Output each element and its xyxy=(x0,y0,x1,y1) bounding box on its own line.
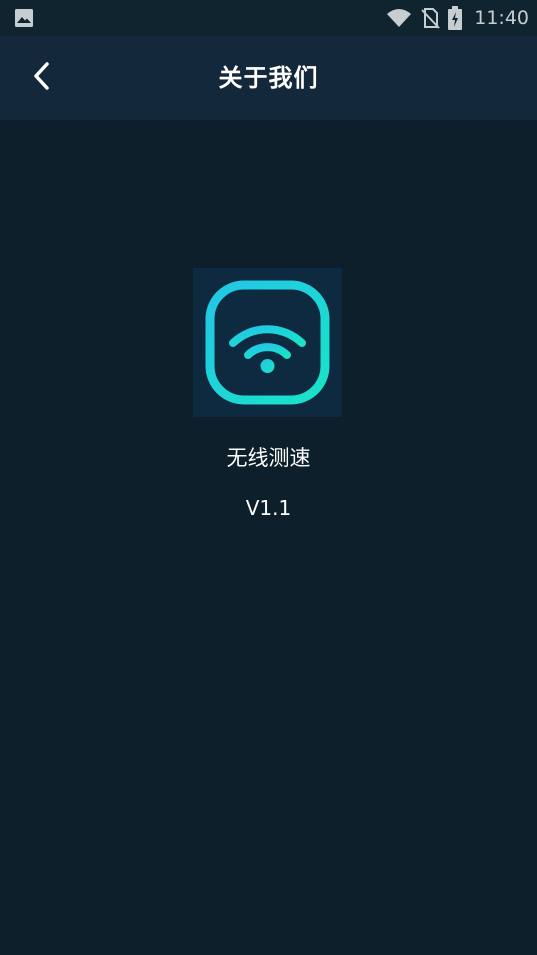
page-title: 关于我们 xyxy=(218,64,319,92)
wifi-app-icon xyxy=(193,280,342,421)
app-version: V1.1 xyxy=(245,496,292,520)
back-button[interactable] xyxy=(20,56,64,100)
wifi-icon xyxy=(386,8,412,28)
status-icons: 11:40 xyxy=(386,0,529,36)
image-icon xyxy=(14,8,34,28)
app-logo xyxy=(193,268,342,417)
status-time: 11:40 xyxy=(474,7,529,29)
no-sim-icon xyxy=(420,7,440,29)
chevron-left-icon xyxy=(30,61,54,95)
app-name: 无线测速 xyxy=(226,446,311,470)
battery-icon xyxy=(448,6,463,30)
about-screen: 11:40 关于我们 无线测速 V1.1 xyxy=(0,0,537,955)
about-content: 无线测速 V1.1 xyxy=(0,120,537,955)
app-bar: 关于我们 xyxy=(0,36,537,120)
status-bar: 11:40 xyxy=(0,0,537,36)
